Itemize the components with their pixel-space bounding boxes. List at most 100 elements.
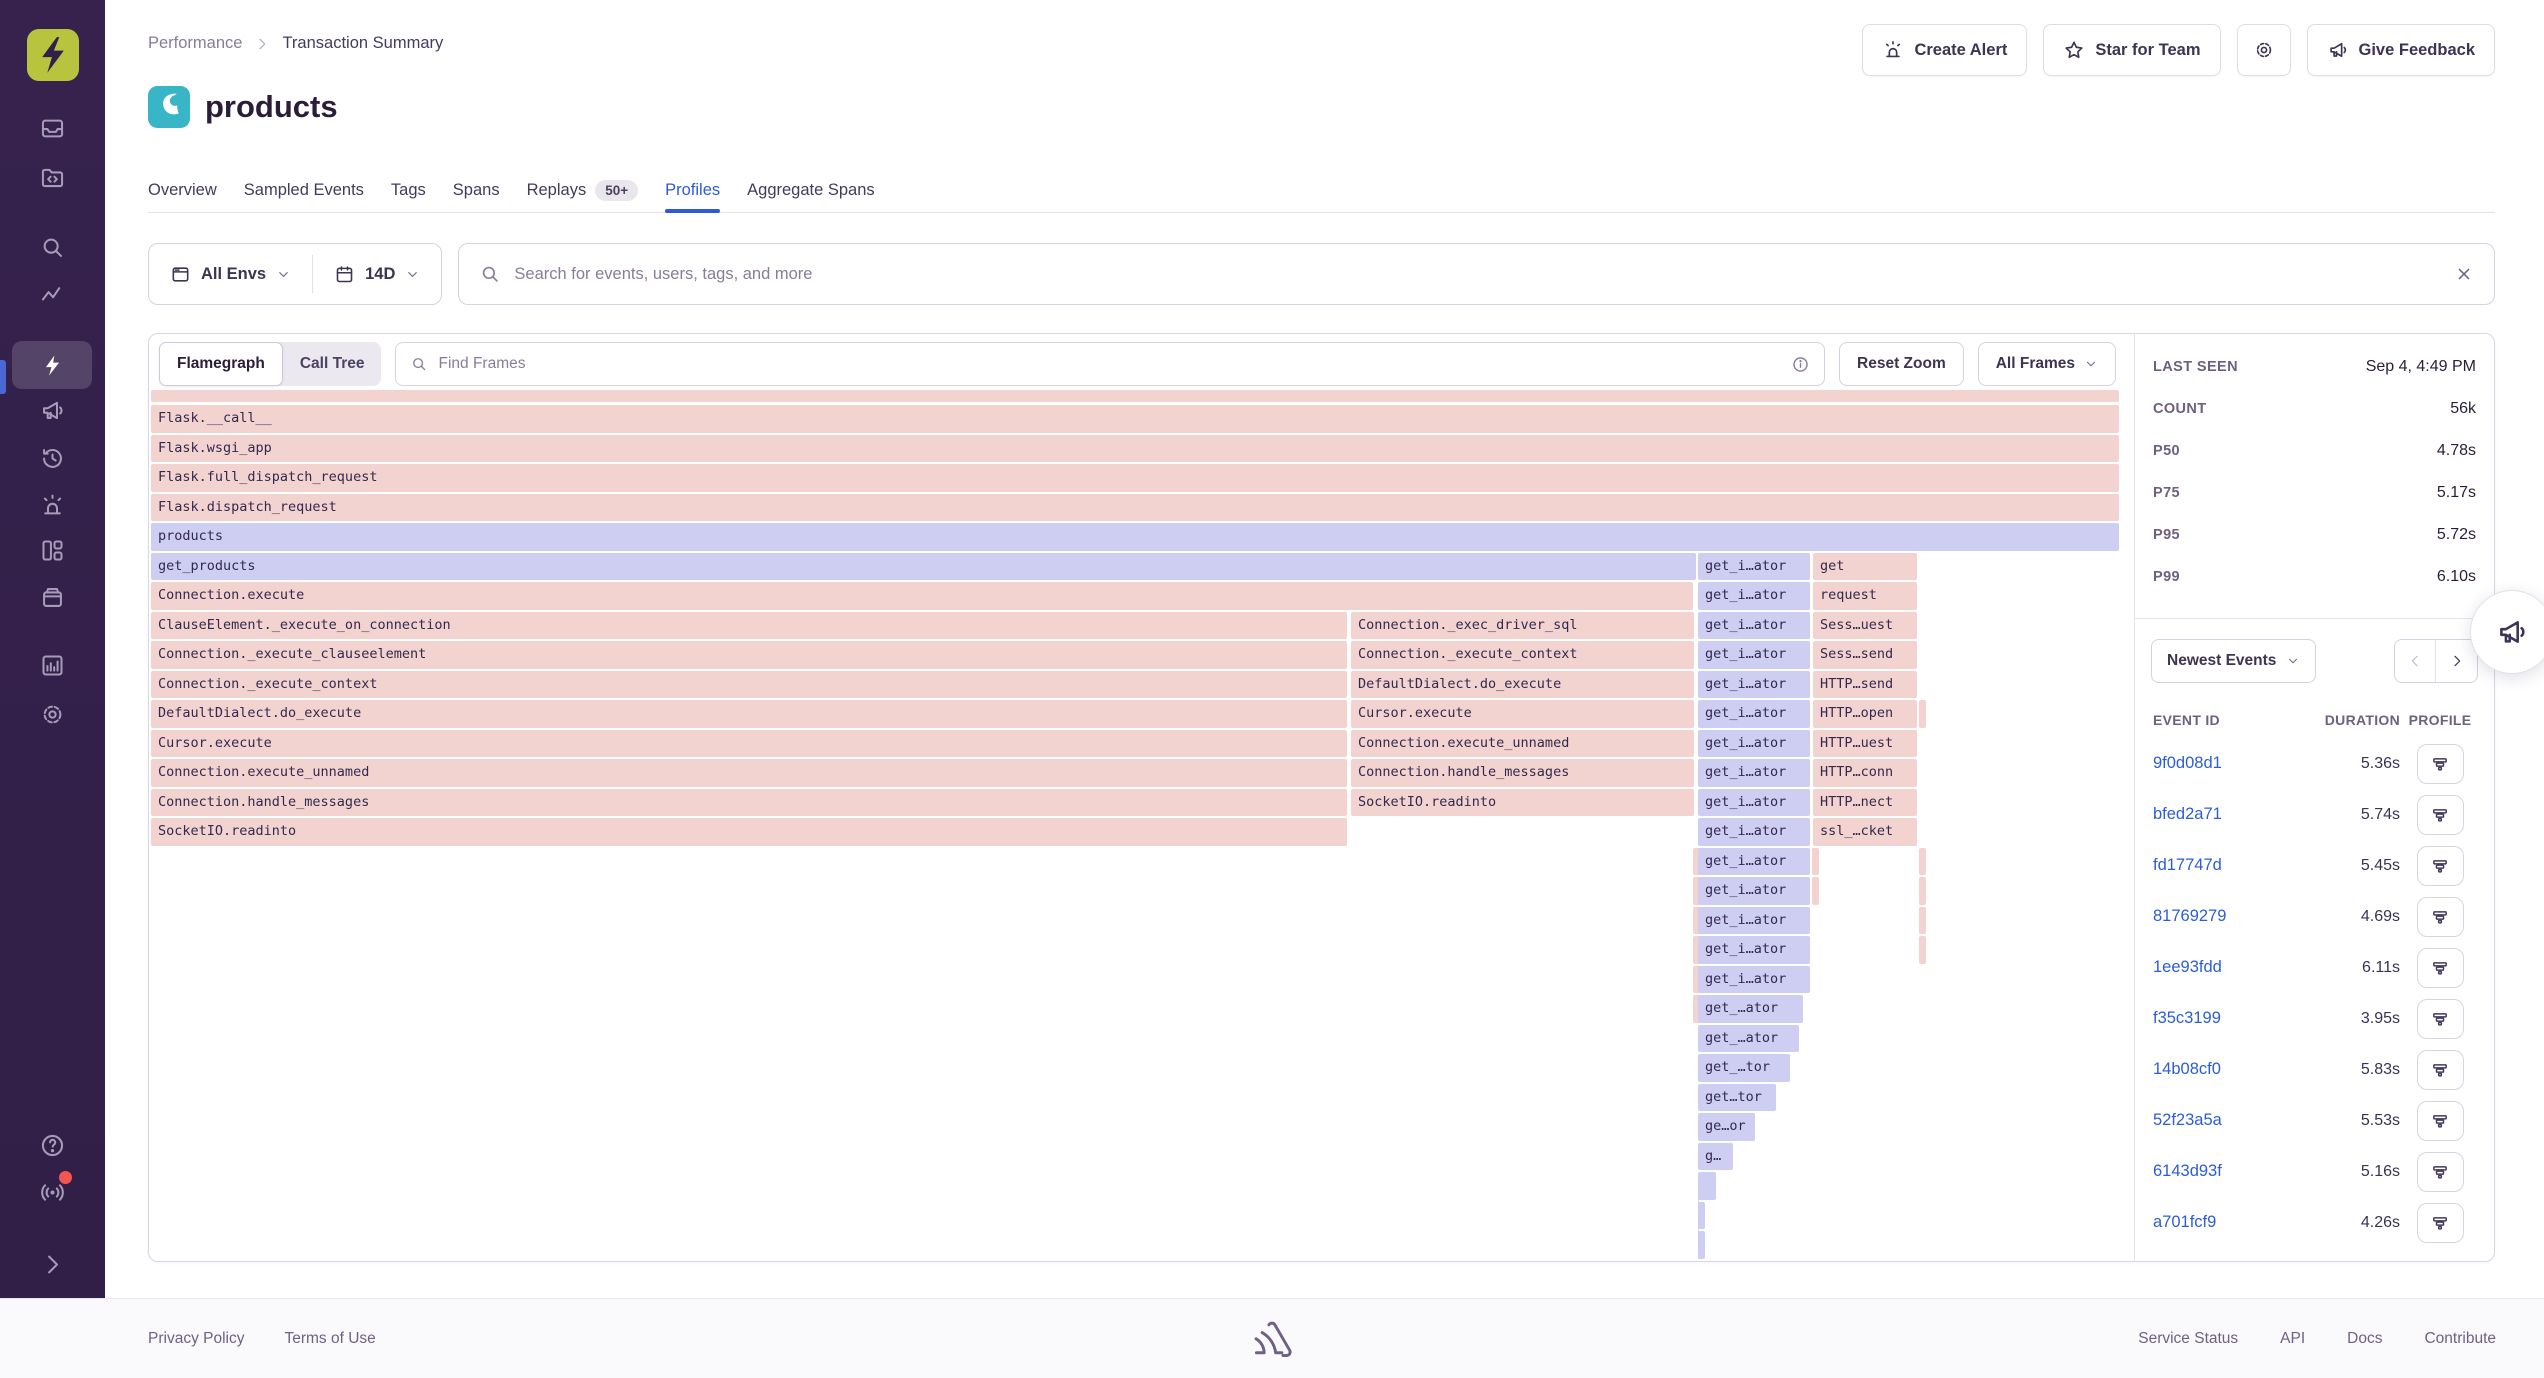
flame-frame[interactable]: [1812, 848, 1819, 876]
flame-frame[interactable]: get_i…ator: [1698, 877, 1810, 905]
flame-frame[interactable]: get_i…ator: [1698, 641, 1810, 669]
breadcrumb-performance[interactable]: Performance: [148, 34, 242, 53]
give-feedback-button[interactable]: Give Feedback: [2307, 24, 2495, 76]
footer-link-contribute[interactable]: Contribute: [2424, 1330, 2496, 1348]
tab-aggregate-spans[interactable]: Aggregate Spans: [747, 168, 875, 212]
flame-frame[interactable]: HTTP…send: [1813, 671, 1917, 699]
flame-frame[interactable]: get_i…ator: [1698, 848, 1810, 876]
flamegraph-tab[interactable]: Flamegraph: [159, 342, 283, 386]
flame-frame[interactable]: [1919, 907, 1926, 935]
tab-tags[interactable]: Tags: [391, 168, 426, 212]
footer-link-privacy-policy[interactable]: Privacy Policy: [148, 1330, 244, 1348]
footer-link-service-status[interactable]: Service Status: [2138, 1330, 2238, 1348]
flame-frame[interactable]: get_i…ator: [1698, 553, 1810, 581]
all-frames-dropdown[interactable]: All Frames: [1978, 342, 2116, 386]
flame-frame[interactable]: HTTP…nect: [1813, 789, 1917, 817]
profile-button[interactable]: [2417, 1152, 2464, 1192]
event-id-link[interactable]: 14b08cf0: [2153, 1060, 2296, 1079]
event-id-link[interactable]: fd17747d: [2153, 856, 2296, 875]
flame-frame[interactable]: [1812, 877, 1819, 905]
info-icon[interactable]: [1791, 355, 1810, 374]
flame-frame[interactable]: Flask.wsgi_app: [151, 435, 2119, 463]
flame-frame[interactable]: [1919, 700, 1926, 728]
event-id-link[interactable]: bfed2a71: [2153, 805, 2296, 824]
sidebar-item-releases[interactable]: [26, 574, 78, 620]
flame-frame[interactable]: Flask.dispatch_request: [151, 494, 2119, 522]
reset-zoom-button[interactable]: Reset Zoom: [1839, 342, 1964, 386]
profile-button[interactable]: [2417, 1050, 2464, 1090]
flame-frame[interactable]: Cursor.execute: [151, 730, 1347, 758]
flame-frame[interactable]: HTTP…open: [1813, 700, 1917, 728]
flame-frame[interactable]: HTTP…uest: [1813, 730, 1917, 758]
tab-sampled-events[interactable]: Sampled Events: [244, 168, 364, 212]
event-id-link[interactable]: 6143d93f: [2153, 1162, 2296, 1181]
flame-frame[interactable]: [1919, 936, 1926, 964]
create-alert-button[interactable]: Create Alert: [1862, 24, 2027, 76]
sidebar-item-collapse[interactable]: [26, 1241, 78, 1287]
star-for-team-button[interactable]: Star for Team: [2043, 24, 2220, 76]
flame-frame[interactable]: get_i…ator: [1698, 759, 1810, 787]
sidebar-item-issues[interactable]: [26, 105, 78, 151]
flame-frame[interactable]: get_i…ator: [1698, 818, 1810, 846]
environment-selector[interactable]: All Envs: [149, 244, 312, 304]
flame-frame[interactable]: Connection.handle_messages: [151, 789, 1347, 817]
flame-frame[interactable]: Connection.execute_unnamed: [151, 759, 1347, 787]
flame-frame[interactable]: Connection._exec_driver_sql: [1351, 612, 1694, 640]
flame-frame[interactable]: ClauseElement._execute_on_connection: [151, 612, 1347, 640]
footer-link-docs[interactable]: Docs: [2347, 1330, 2382, 1348]
flame-frame[interactable]: request: [1813, 582, 1917, 610]
profile-button[interactable]: [2417, 795, 2464, 835]
tab-profiles[interactable]: Profiles: [665, 168, 720, 212]
flame-frame[interactable]: ssl_…cket: [1813, 818, 1917, 846]
tab-overview[interactable]: Overview: [148, 168, 217, 212]
flame-frame[interactable]: get_i…ator: [1698, 907, 1810, 935]
flame-frame[interactable]: Connection.handle_messages: [1351, 759, 1694, 787]
flame-frame[interactable]: get_i…ator: [1698, 789, 1810, 817]
flame-frame[interactable]: Sess…send: [1813, 641, 1917, 669]
flame-frame[interactable]: Connection._execute_context: [1351, 641, 1694, 669]
flame-frame[interactable]: SocketIO.readinto: [151, 818, 1347, 846]
sidebar-item-feedback[interactable]: [26, 387, 78, 433]
sidebar-item-explore[interactable]: [26, 224, 78, 270]
flame-frame[interactable]: Cursor.execute: [1351, 700, 1694, 728]
flame-frame[interactable]: get_…ator: [1698, 995, 1803, 1023]
flamegraph-canvas[interactable]: Flask.__call__Flask.wsgi_appFlask.full_d…: [151, 390, 2119, 1260]
sort-dropdown[interactable]: Newest Events: [2151, 639, 2316, 683]
date-range-selector[interactable]: 14D: [313, 244, 441, 304]
flame-frame[interactable]: Connection.execute_unnamed: [1351, 730, 1694, 758]
flame-frame[interactable]: HTTP…conn: [1813, 759, 1917, 787]
flame-frame[interactable]: get_i…ator: [1698, 936, 1810, 964]
flame-frame[interactable]: get_i…ator: [1698, 700, 1810, 728]
flame-frame[interactable]: DefaultDialect.do_execute: [1351, 671, 1694, 699]
flame-frame[interactable]: [1919, 848, 1926, 876]
flame-frame[interactable]: SocketIO.readinto: [1351, 789, 1694, 817]
flame-frame[interactable]: Flask.full_dispatch_request: [151, 464, 2119, 492]
close-icon[interactable]: [2454, 264, 2474, 284]
flame-frame[interactable]: Connection._execute_context: [151, 671, 1347, 699]
event-id-link[interactable]: 81769279: [2153, 907, 2296, 926]
flame-frame[interactable]: get_i…ator: [1698, 730, 1810, 758]
flame-frame[interactable]: ge…or: [1698, 1113, 1755, 1141]
flame-frame[interactable]: get…tor: [1698, 1084, 1776, 1112]
flame-frame[interactable]: get_i…ator: [1698, 671, 1810, 699]
flame-frame[interactable]: g…: [1698, 1143, 1733, 1171]
next-page-button[interactable]: [2436, 640, 2477, 682]
sidebar-item-replays[interactable]: [26, 435, 78, 481]
flame-frame[interactable]: Connection.execute: [151, 582, 1693, 610]
event-id-link[interactable]: f35c3199: [2153, 1009, 2296, 1028]
flame-frame[interactable]: get_i…ator: [1698, 582, 1810, 610]
flame-frame[interactable]: Sess…uest: [1813, 612, 1917, 640]
tab-replays[interactable]: Replays50+: [527, 168, 639, 212]
flame-frame[interactable]: DefaultDialect.do_execute: [151, 700, 1347, 728]
profile-button[interactable]: [2417, 897, 2464, 937]
sidebar-item-dashboards[interactable]: [26, 527, 78, 573]
flame-frame[interactable]: Connection._execute_clauseelement: [151, 641, 1347, 669]
event-id-link[interactable]: a701fcf9: [2153, 1213, 2296, 1232]
sidebar-item-whats-new[interactable]: [26, 1169, 78, 1215]
prev-page-button[interactable]: [2395, 640, 2436, 682]
flame-frame[interactable]: Flask.__call__: [151, 405, 2119, 433]
profile-button[interactable]: [2417, 846, 2464, 886]
flame-frame[interactable]: [1698, 1231, 1705, 1259]
sidebar-item-settings[interactable]: [26, 691, 78, 737]
settings-button[interactable]: [2237, 24, 2291, 76]
